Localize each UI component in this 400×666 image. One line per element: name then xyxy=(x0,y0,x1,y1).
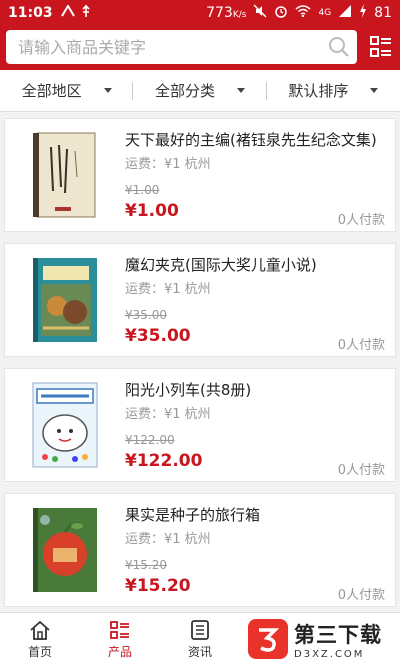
product-list[interactable]: 天下最好的主编(褚钰泉先生纪念文集) 运费：¥1 杭州 ¥1.00 ¥1.00 … xyxy=(0,118,400,612)
wifi-icon xyxy=(295,5,311,21)
filter-bar: 全部地区 全部分类 默认排序 xyxy=(0,70,400,112)
current-price: ¥15.20 xyxy=(125,576,191,596)
product-title[interactable]: 阳光小列车(共8册) xyxy=(125,379,393,400)
product-title[interactable]: 魔幻夹克(国际大奖儿童小说) xyxy=(125,254,393,275)
current-price: ¥1.00 xyxy=(125,201,179,221)
product-card[interactable]: 天下最好的主编(褚钰泉先生纪念文集) 运费：¥1 杭州 ¥1.00 ¥1.00 … xyxy=(4,118,396,232)
app-header xyxy=(0,26,400,70)
filter-category-label: 全部分类 xyxy=(154,82,215,100)
list-menu-icon xyxy=(370,36,391,57)
product-title[interactable]: 天下最好的主编(褚钰泉先生纪念文集) xyxy=(125,129,393,150)
search-icon[interactable] xyxy=(321,36,357,58)
charging-icon xyxy=(359,4,367,22)
product-image xyxy=(31,381,99,469)
watermark-domain: D3XZ.COM xyxy=(294,648,365,660)
network-speed: 773K/s xyxy=(206,5,247,21)
category-menu-button[interactable] xyxy=(368,34,394,60)
product-title[interactable]: 果实是种子的旅行箱 xyxy=(125,504,393,525)
status-bar: 11:03 773K/s 4G 81 xyxy=(0,0,400,26)
tab-home[interactable]: 首页 xyxy=(0,613,80,666)
home-icon xyxy=(30,620,50,640)
filter-sort-label: 默认排序 xyxy=(288,82,349,100)
shipping-info: 运费：¥1 杭州 xyxy=(125,157,211,172)
watermark: 第三下载 D3XZ.COM xyxy=(248,612,400,666)
paid-count: 0人付款 xyxy=(337,463,385,478)
caret-down-icon xyxy=(103,88,112,93)
current-price: ¥122.00 xyxy=(125,451,203,471)
paid-count: 0人付款 xyxy=(337,338,385,353)
tab-news[interactable]: 资讯 xyxy=(160,613,240,666)
current-price: ¥35.00 xyxy=(125,326,191,346)
tab-products[interactable]: 产品 xyxy=(80,613,160,666)
original-price: ¥15.20 xyxy=(125,558,167,572)
usb-icon xyxy=(81,4,91,22)
news-icon xyxy=(191,619,209,640)
filter-category[interactable]: 全部分类 xyxy=(133,70,267,111)
search-bar[interactable] xyxy=(6,30,357,64)
watermark-logo-icon xyxy=(248,619,288,659)
alarm-icon xyxy=(274,4,288,22)
cell-signal-icon xyxy=(338,4,352,22)
product-image xyxy=(31,131,99,219)
signal-icon xyxy=(60,4,75,21)
battery-level: 81 xyxy=(374,5,392,21)
original-price: ¥122.00 xyxy=(125,433,175,447)
filter-region-label: 全部地区 xyxy=(21,82,82,100)
mute-icon xyxy=(253,4,267,22)
paid-count: 0人付款 xyxy=(337,213,385,228)
search-input[interactable] xyxy=(18,37,321,57)
product-list-icon xyxy=(110,620,129,639)
filter-region[interactable]: 全部地区 xyxy=(0,70,134,111)
product-card[interactable]: 魔幻夹克(国际大奖儿童小说) 运费：¥1 杭州 ¥35.00 ¥35.00 0人… xyxy=(4,243,396,357)
product-card[interactable]: 阳光小列车(共8册) 运费：¥1 杭州 ¥122.00 ¥122.00 0人付款 xyxy=(4,368,396,482)
caret-down-icon xyxy=(370,88,379,93)
original-price: ¥1.00 xyxy=(125,183,160,197)
tab-products-label: 产品 xyxy=(107,644,132,659)
tab-home-label: 首页 xyxy=(27,644,52,659)
watermark-title: 第三下载 xyxy=(294,622,382,647)
shipping-info: 运费：¥1 杭州 xyxy=(125,407,211,422)
shipping-info: 运费：¥1 杭州 xyxy=(125,282,211,297)
original-price: ¥35.00 xyxy=(125,308,167,322)
network-type: 4G xyxy=(318,8,332,18)
product-image xyxy=(31,506,99,594)
product-image xyxy=(31,256,99,344)
status-time: 11:03 xyxy=(8,5,53,21)
shipping-info: 运费：¥1 杭州 xyxy=(125,532,211,547)
product-card[interactable]: 果实是种子的旅行箱 运费：¥1 杭州 ¥15.20 ¥15.20 0人付款 xyxy=(4,493,396,607)
filter-sort[interactable]: 默认排序 xyxy=(267,70,400,111)
tab-news-label: 资讯 xyxy=(187,644,212,659)
caret-down-icon xyxy=(237,88,245,93)
paid-count: 0人付款 xyxy=(337,588,385,603)
